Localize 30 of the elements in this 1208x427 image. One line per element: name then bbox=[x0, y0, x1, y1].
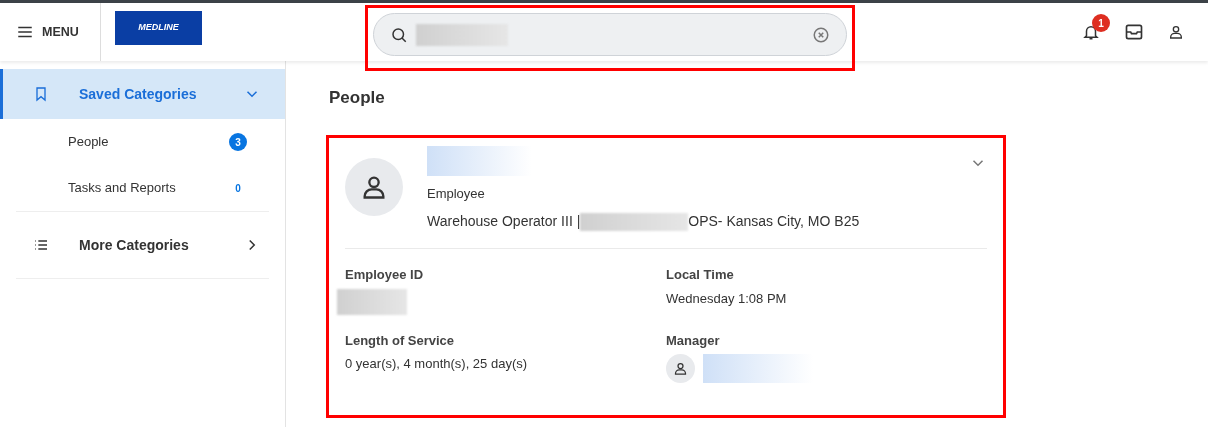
search-field[interactable] bbox=[373, 13, 847, 56]
field-label: Manager bbox=[666, 331, 721, 350]
inbox-icon[interactable] bbox=[1124, 22, 1144, 42]
logo-text: MEDLINE bbox=[138, 21, 179, 35]
field-label: Local Time bbox=[666, 266, 735, 284]
field-value: Wednesday 1:08 PM bbox=[666, 289, 788, 308]
count-badge: 3 bbox=[229, 133, 247, 151]
person-icon bbox=[673, 361, 688, 376]
location-text: OPS- Kansas City, MO B25 bbox=[688, 212, 860, 231]
sidebar-item[interactable]: People bbox=[68, 132, 109, 152]
field-value: 0 year(s), 4 month(s), 25 day(s) bbox=[345, 355, 529, 373]
bell-icon[interactable] bbox=[1082, 23, 1100, 41]
sidebar-item[interactable]: More Categories bbox=[0, 220, 285, 270]
redaction-blur bbox=[337, 288, 407, 315]
job-text: Warehouse Operator III | bbox=[427, 212, 581, 231]
sidebar-item[interactable]: Tasks and Reports bbox=[68, 178, 176, 198]
search-icon bbox=[390, 25, 408, 44]
count-text: 0 bbox=[234, 181, 242, 196]
field-label: Length of Service bbox=[345, 331, 456, 350]
role-text: Employee bbox=[427, 184, 486, 203]
menu-button[interactable]: MENU bbox=[0, 3, 101, 61]
notification-badge: 1 bbox=[1092, 14, 1110, 32]
page-title: People bbox=[329, 87, 386, 109]
profile-icon[interactable] bbox=[1168, 24, 1184, 40]
field-label: Employee ID bbox=[345, 266, 425, 284]
list-icon bbox=[33, 237, 49, 253]
clear-icon[interactable] bbox=[812, 25, 830, 44]
logo[interactable]: MEDLINE bbox=[115, 11, 202, 45]
sidebar-item[interactable]: Saved Categories bbox=[0, 69, 285, 119]
bookmark-icon bbox=[33, 86, 49, 102]
